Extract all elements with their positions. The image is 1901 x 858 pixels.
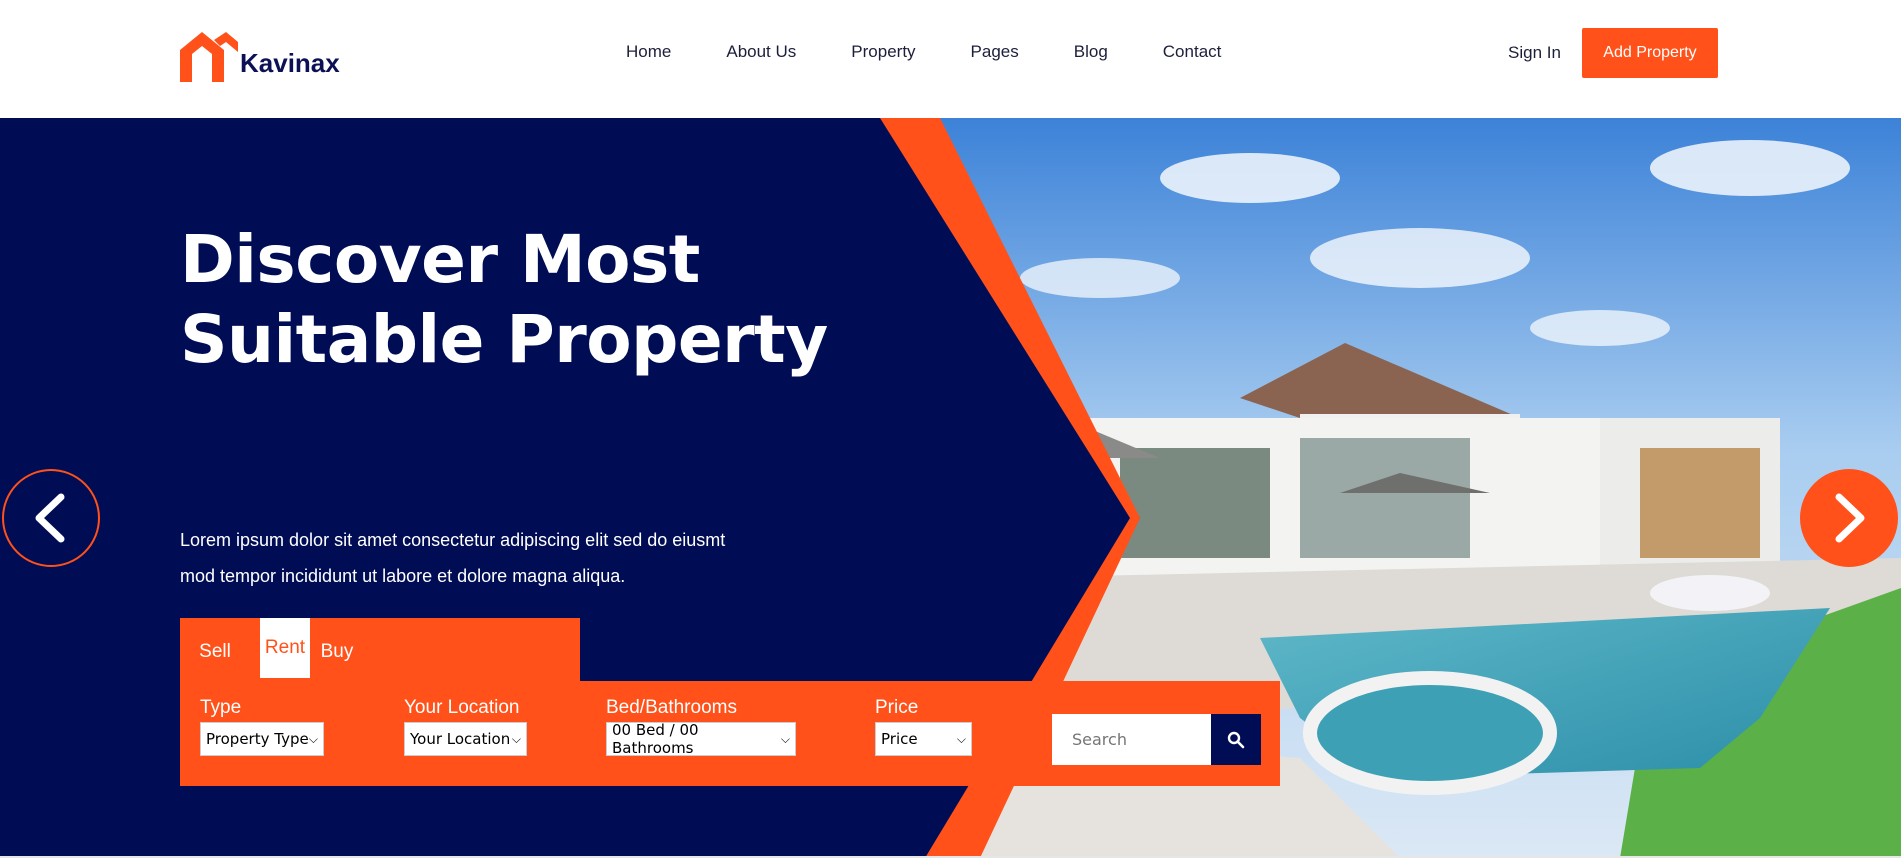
- type-select-value: Property Type: [206, 730, 309, 748]
- hero-description: Lorem ipsum dolor sit amet consectetur a…: [180, 522, 780, 594]
- type-field: Type Property Type ⌵: [200, 697, 324, 756]
- hero-title: Discover Most Suitable Property: [180, 220, 828, 380]
- hero-title-line2: Suitable Property: [180, 301, 828, 378]
- chevron-left-icon: [35, 493, 65, 543]
- chevron-down-icon: ⌵: [956, 731, 966, 746]
- site-header: Kavinax Home About Us Property Pages Blo…: [0, 0, 1901, 118]
- logo[interactable]: Kavinax: [180, 26, 340, 82]
- search-tabs: Sell Rent Buy: [180, 618, 580, 682]
- hero-description-line1: Lorem ipsum dolor sit amet consectetur a…: [180, 530, 726, 550]
- chevron-right-icon: [1835, 493, 1865, 543]
- bedbath-select-value: 00 Bed / 00 Bathrooms: [612, 721, 699, 757]
- location-select-value: Your Location: [410, 730, 511, 748]
- hero-section: Discover Most Suitable Property Lorem ip…: [0, 118, 1901, 858]
- house-logo-icon: [180, 32, 238, 82]
- location-select[interactable]: Your Location ⌵: [404, 722, 527, 756]
- location-field: Your Location Your Location ⌵: [404, 697, 527, 756]
- hero-title-line1: Discover Most: [180, 221, 700, 298]
- type-select[interactable]: Property Type ⌵: [200, 722, 324, 756]
- bedbath-field: Bed/Bathrooms 00 Bed / 00 Bathrooms ⌵: [606, 697, 796, 757]
- hero-description-line2: mod tempor incididunt ut labore et dolor…: [180, 566, 626, 586]
- search-form: Type Property Type ⌵ Your Location Your …: [180, 681, 1280, 786]
- add-property-button[interactable]: Add Property: [1582, 28, 1718, 78]
- chevron-down-icon: ⌵: [308, 731, 318, 746]
- nav-property[interactable]: Property: [851, 42, 915, 62]
- search-icon: [1227, 731, 1245, 748]
- price-label: Price: [875, 697, 919, 718]
- logo-text: Kavinax: [240, 48, 340, 78]
- next-slide-button[interactable]: [1800, 469, 1898, 567]
- price-select-value: Price: [881, 730, 918, 748]
- tab-sell[interactable]: Sell: [190, 622, 240, 682]
- nav-about-us[interactable]: About Us: [726, 42, 796, 62]
- main-nav: Home About Us Property Pages Blog Contac…: [626, 42, 1276, 62]
- search-input[interactable]: [1052, 714, 1212, 765]
- tab-buy[interactable]: Buy: [312, 622, 362, 682]
- chevron-down-icon: ⌵: [511, 731, 521, 746]
- price-field: Price Price ⌵: [875, 697, 972, 756]
- tab-rent[interactable]: Rent: [260, 618, 310, 678]
- location-label: Your Location: [404, 697, 520, 718]
- type-label: Type: [200, 697, 242, 718]
- nav-contact[interactable]: Contact: [1163, 42, 1222, 62]
- sign-in-link[interactable]: Sign In: [1508, 43, 1561, 63]
- prev-slide-button[interactable]: [2, 469, 100, 567]
- search-button[interactable]: [1211, 714, 1261, 765]
- nav-blog[interactable]: Blog: [1074, 42, 1108, 62]
- nav-pages[interactable]: Pages: [971, 42, 1019, 62]
- bedbath-label: Bed/Bathrooms: [606, 697, 737, 718]
- nav-home[interactable]: Home: [626, 42, 671, 62]
- chevron-down-icon: ⌵: [780, 731, 790, 746]
- bedbath-select[interactable]: 00 Bed / 00 Bathrooms ⌵: [606, 721, 796, 757]
- price-select[interactable]: Price ⌵: [875, 722, 972, 756]
